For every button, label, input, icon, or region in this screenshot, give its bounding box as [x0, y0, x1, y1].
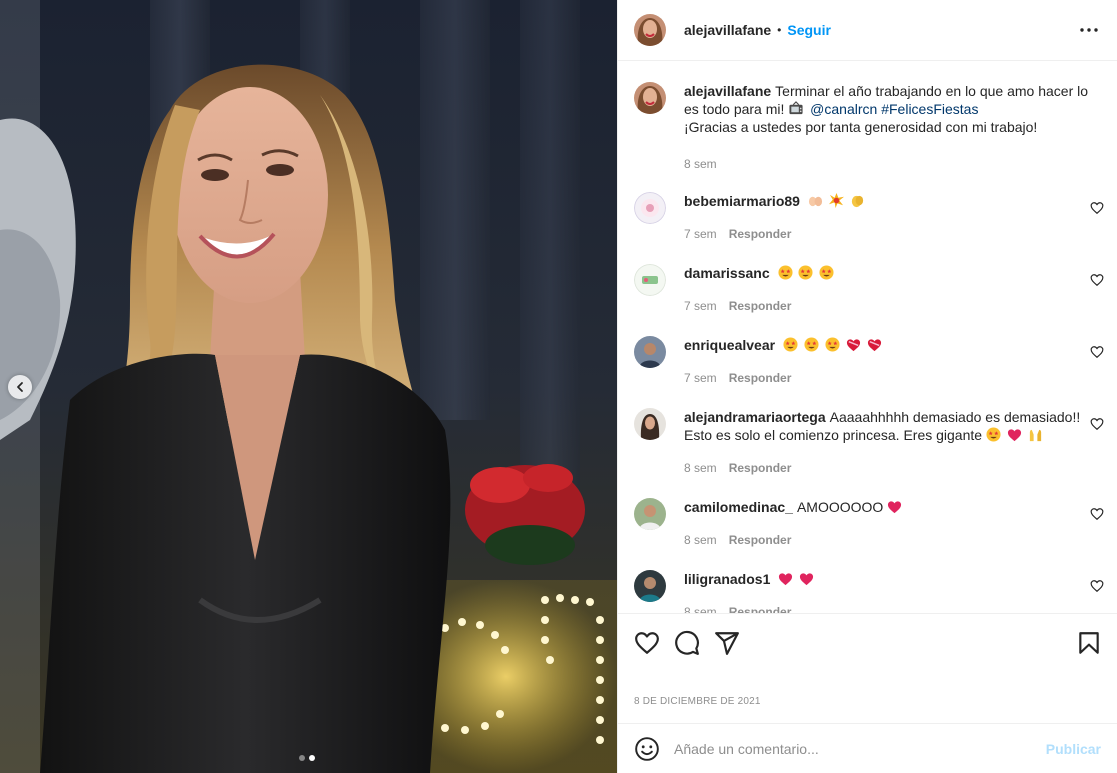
post-author-username[interactable]: alejavillafane [684, 22, 771, 38]
post-photo [0, 0, 617, 773]
heart-with-ribbon-icon [846, 339, 860, 352]
comment-username[interactable]: enriquealvear [684, 337, 775, 353]
comment-time[interactable]: 7 sem [684, 225, 717, 243]
post-header: alejavillafane • Seguir [618, 0, 1117, 61]
comment-time[interactable]: 8 sem [684, 459, 717, 477]
raising-hands-icon [1029, 429, 1041, 442]
like-comment-heart-icon[interactable] [1090, 201, 1104, 215]
television-icon [789, 101, 803, 115]
avatar[interactable] [634, 498, 666, 530]
comment-time[interactable]: 7 sem [684, 297, 717, 315]
comment-time[interactable]: 8 sem [684, 531, 717, 549]
comment-icon[interactable] [674, 630, 700, 656]
comment-username[interactable]: damarissanc [684, 265, 770, 281]
comment-item: bebemiarmario89 7 sem Responder [634, 192, 1104, 243]
comment-item: enriquealvear 7 sem Responder [634, 336, 1104, 387]
comment-text: AMOOOOOO [796, 499, 884, 515]
add-comment-bar: Publicar [618, 723, 1117, 773]
post-dialog: alejavillafane • Seguir alejavillafane T… [0, 0, 1117, 773]
heart-with-ribbon-icon [867, 339, 881, 352]
reply-button[interactable]: Responder [729, 369, 792, 387]
collision-icon [828, 193, 844, 208]
caption-username[interactable]: alejavillafane [684, 83, 771, 99]
comment-username[interactable]: bebemiarmario89 [684, 193, 800, 209]
comment-username[interactable]: alejandramariaortega [684, 409, 826, 425]
star-struck-icon [986, 427, 1001, 442]
comment-username[interactable]: liligranados1 [684, 571, 770, 587]
comment-item: damarissanc 7 sem Responder [634, 264, 1104, 315]
heart-icon[interactable] [634, 630, 660, 656]
caption-time[interactable]: 8 sem [684, 155, 717, 173]
like-comment-heart-icon[interactable] [1090, 417, 1104, 431]
chevron-left-icon [17, 382, 23, 392]
comment-username[interactable]: camilomedinac_ [684, 499, 793, 515]
caption-text-line2: ¡Gracias a ustedes por tanta generosidad… [684, 119, 1038, 135]
red-heart-icon [888, 501, 902, 514]
avatar[interactable] [634, 264, 666, 296]
mention-link[interactable]: @canalrcn [810, 101, 877, 117]
publish-button[interactable]: Publicar [1046, 741, 1101, 757]
like-comment-heart-icon[interactable] [1090, 345, 1104, 359]
more-horizontal-icon [1080, 28, 1098, 32]
avatar[interactable] [634, 570, 666, 602]
hashtag-link[interactable]: #FelicesFiestas [881, 101, 978, 117]
like-comment-heart-icon[interactable] [1090, 507, 1104, 521]
emoji-picker-icon[interactable] [634, 736, 660, 762]
red-heart-icon [800, 573, 814, 586]
comments-list[interactable]: alejavillafane Terminar el año trabajando… [618, 62, 1117, 613]
red-heart-icon [779, 573, 793, 586]
star-struck-icon [804, 337, 819, 352]
post-sidebar: alejavillafane • Seguir alejavillafane T… [617, 0, 1117, 773]
comment-input[interactable] [674, 740, 1034, 757]
carousel-dot [299, 755, 305, 761]
like-comment-heart-icon[interactable] [1090, 273, 1104, 287]
comment-time[interactable]: 8 sem [684, 603, 717, 613]
reply-button[interactable]: Responder [729, 225, 792, 243]
avatar[interactable] [634, 14, 666, 46]
comment-item: alejandramariaortega Aaaaahhhhh demasiado… [634, 408, 1104, 477]
carousel-dot-active [309, 755, 315, 761]
paper-plane-icon[interactable] [714, 630, 740, 656]
comment-time[interactable]: 7 sem [684, 369, 717, 387]
follow-button[interactable]: Seguir [787, 22, 831, 38]
star-struck-icon [783, 337, 798, 352]
avatar[interactable] [634, 82, 666, 114]
bookmark-icon[interactable] [1076, 630, 1102, 656]
star-struck-icon [798, 265, 813, 280]
comment-item: liligranados1 8 sem Responder [634, 570, 1104, 613]
avatar[interactable] [634, 192, 666, 224]
post-media[interactable] [0, 0, 617, 773]
star-struck-icon [777, 265, 793, 280]
separator-dot: • [777, 23, 782, 37]
palms-up-icon [808, 196, 822, 207]
reply-button[interactable]: Responder [729, 531, 792, 549]
carousel-indicator [299, 755, 315, 761]
avatar[interactable] [634, 336, 666, 368]
comment-item: camilomedinac_ AMOOOOOO 8 sem Responder [634, 498, 1104, 549]
avatar[interactable] [634, 408, 666, 440]
red-heart-icon [1007, 429, 1021, 442]
star-struck-icon [819, 265, 834, 280]
reply-button[interactable]: Responder [729, 603, 792, 613]
avatar-image [634, 14, 666, 46]
reply-button[interactable]: Responder [729, 297, 792, 315]
more-options-button[interactable] [1079, 20, 1099, 40]
post-date[interactable]: 8 DE DICIEMBRE DE 2021 [634, 696, 761, 707]
clapping-icon [851, 195, 863, 208]
post-caption: alejavillafane Terminar el año trabajando… [634, 82, 1104, 173]
post-actions: 8 DE DICIEMBRE DE 2021 [618, 613, 1117, 723]
reply-button[interactable]: Responder [729, 459, 792, 477]
carousel-prev-button[interactable] [8, 375, 32, 399]
star-struck-icon [825, 337, 840, 352]
like-comment-heart-icon[interactable] [1090, 579, 1104, 593]
